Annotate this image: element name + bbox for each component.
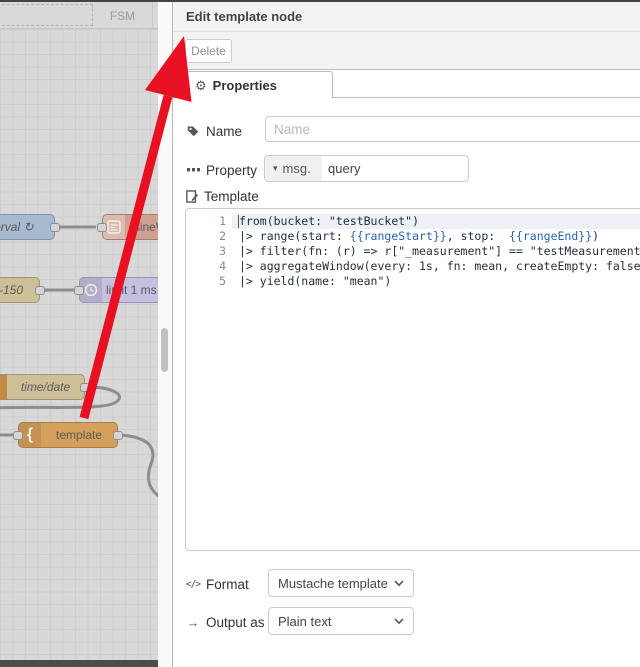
line-number: 1 <box>219 214 226 228</box>
line-number: 2 <box>219 229 226 243</box>
tab-properties-label: Properties <box>212 77 277 93</box>
node-port-out[interactable] <box>80 383 90 392</box>
code-text: |> range(start: {{rangeStart}}, stop: {{… <box>239 229 600 243</box>
workspace-tab-ghost[interactable] <box>0 4 93 26</box>
flow-canvas[interactable]: interval ↻ sineW s-150 limit 1 ms f time/date… <box>0 0 158 667</box>
template-code-editor[interactable]: 1 from(bucket: "testBucket") 2 |> range(sta… <box>185 208 640 551</box>
canvas-bottom-edge <box>0 660 158 667</box>
flow-node-interval[interactable]: interval ↻ <box>0 214 60 240</box>
name-row: Name <box>173 116 640 146</box>
flow-node-sinewave[interactable]: sineW <box>97 214 158 240</box>
flow-node-limit[interactable]: limit 1 ms <box>74 277 158 303</box>
gear-icon: ⚙ <box>195 77 207 93</box>
format-label-group: </> Format <box>186 577 249 592</box>
delete-button[interactable]: Delete <box>185 39 232 63</box>
code-line-3[interactable]: 3 |> filter(fn: (r) => r["_measurement"] … <box>186 244 640 259</box>
format-row: </> Format Mustache template <box>173 569 640 599</box>
workspace-tabbar: FSM <box>0 2 158 29</box>
node-label: time/date <box>20 380 71 394</box>
property-type-button[interactable]: ▾ msg. <box>265 156 322 181</box>
line-number: 4 <box>219 259 226 273</box>
function-icon: f <box>0 375 7 399</box>
chevron-down-icon <box>394 580 404 587</box>
arrow-right-icon: → <box>186 614 200 630</box>
node-port-in[interactable] <box>97 223 107 232</box>
code-line-1[interactable]: 1 from(bucket: "testBucket") <box>186 214 640 229</box>
canvas-scrollbar-thumb[interactable] <box>161 328 168 372</box>
tag-icon <box>186 125 200 137</box>
format-select-value: Mustache template <box>278 575 388 591</box>
output-label-group: → Output as <box>186 615 265 630</box>
code-text: |> filter(fn: (r) => r["_measurement"] =… <box>239 244 640 258</box>
tab-properties[interactable]: ⚙ Properties <box>185 71 333 98</box>
dialog-toolbar: Delete <box>173 32 640 70</box>
line-number: 5 <box>219 274 226 288</box>
line-number: 3 <box>219 244 226 258</box>
property-label: Property <box>206 162 258 178</box>
code-text: |> yield(name: "mean") <box>239 274 392 288</box>
property-typed-input: ▾ msg. query <box>264 155 469 182</box>
flow-node-timedate[interactable]: f time/date <box>0 374 90 400</box>
code-text: from(bucket: "testBucket") <box>239 214 420 228</box>
node-label: s-150 <box>0 283 24 297</box>
node-label: interval ↻ <box>0 220 34 234</box>
name-input[interactable] <box>265 116 640 142</box>
flow-node-s150[interactable]: s-150 <box>0 277 45 303</box>
node-port-in[interactable] <box>74 286 84 295</box>
code-line-5[interactable]: 5 |> yield(name: "mean") <box>186 274 640 289</box>
edit-template-dialog: Edit template node Delete ⚙ Properties N… <box>172 0 640 667</box>
node-port-out[interactable] <box>50 223 60 232</box>
output-select[interactable]: Plain text <box>268 607 414 635</box>
chevron-down-icon <box>394 618 404 625</box>
output-row: → Output as Plain text <box>173 607 640 637</box>
dialog-title: Edit template node <box>186 9 303 24</box>
dialog-tabbar: ⚙ Properties <box>173 70 640 98</box>
tab-cover <box>186 96 332 98</box>
code-icon: </> <box>185 578 201 590</box>
node-port-out[interactable] <box>113 431 123 440</box>
caret-down-icon: ▾ <box>273 163 278 173</box>
node-label: sineW <box>133 220 158 234</box>
workspace-tab-fsm[interactable]: FSM <box>93 2 153 29</box>
output-label: Output as <box>206 614 265 630</box>
format-label: Format <box>206 576 249 592</box>
property-row: Property ▾ msg. query <box>173 155 640 185</box>
node-port-in[interactable] <box>13 431 23 440</box>
dialog-header: Edit template node <box>173 2 640 32</box>
window-top-edge <box>0 0 640 2</box>
code-line-2[interactable]: 2 |> range(start: {{rangeStart}}, stop: {… <box>186 229 640 244</box>
flow-node-template[interactable]: {template <box>13 422 123 448</box>
template-doc-icon <box>185 190 199 203</box>
property-type-label: msg. <box>282 161 311 176</box>
property-value-input[interactable]: query <box>322 161 361 176</box>
nodes-layer: interval ↻ sineW s-150 limit 1 ms f time/date… <box>0 0 158 667</box>
ellipsis-icon <box>186 168 200 172</box>
node-red-editor: interval ↻ sineW s-150 limit 1 ms f time/date… <box>0 0 640 667</box>
code-text: |> aggregateWindow(every: 1s, fn: mean, … <box>239 259 640 273</box>
name-label-group: Name <box>186 124 242 139</box>
format-select[interactable]: Mustache template <box>268 569 414 597</box>
node-port-out[interactable] <box>35 286 45 295</box>
canvas-scrollbar-track[interactable] <box>158 2 172 667</box>
template-label: Template <box>204 189 259 204</box>
node-label: limit 1 ms <box>106 283 157 297</box>
code-line-4[interactable]: 4 |> aggregateWindow(every: 1s, fn: mean,… <box>186 259 640 274</box>
node-label: template <box>55 428 103 442</box>
name-label: Name <box>206 123 243 139</box>
property-label-group: Property <box>186 163 257 178</box>
output-select-value: Plain text <box>278 613 332 629</box>
template-label-group: Template <box>185 189 259 204</box>
